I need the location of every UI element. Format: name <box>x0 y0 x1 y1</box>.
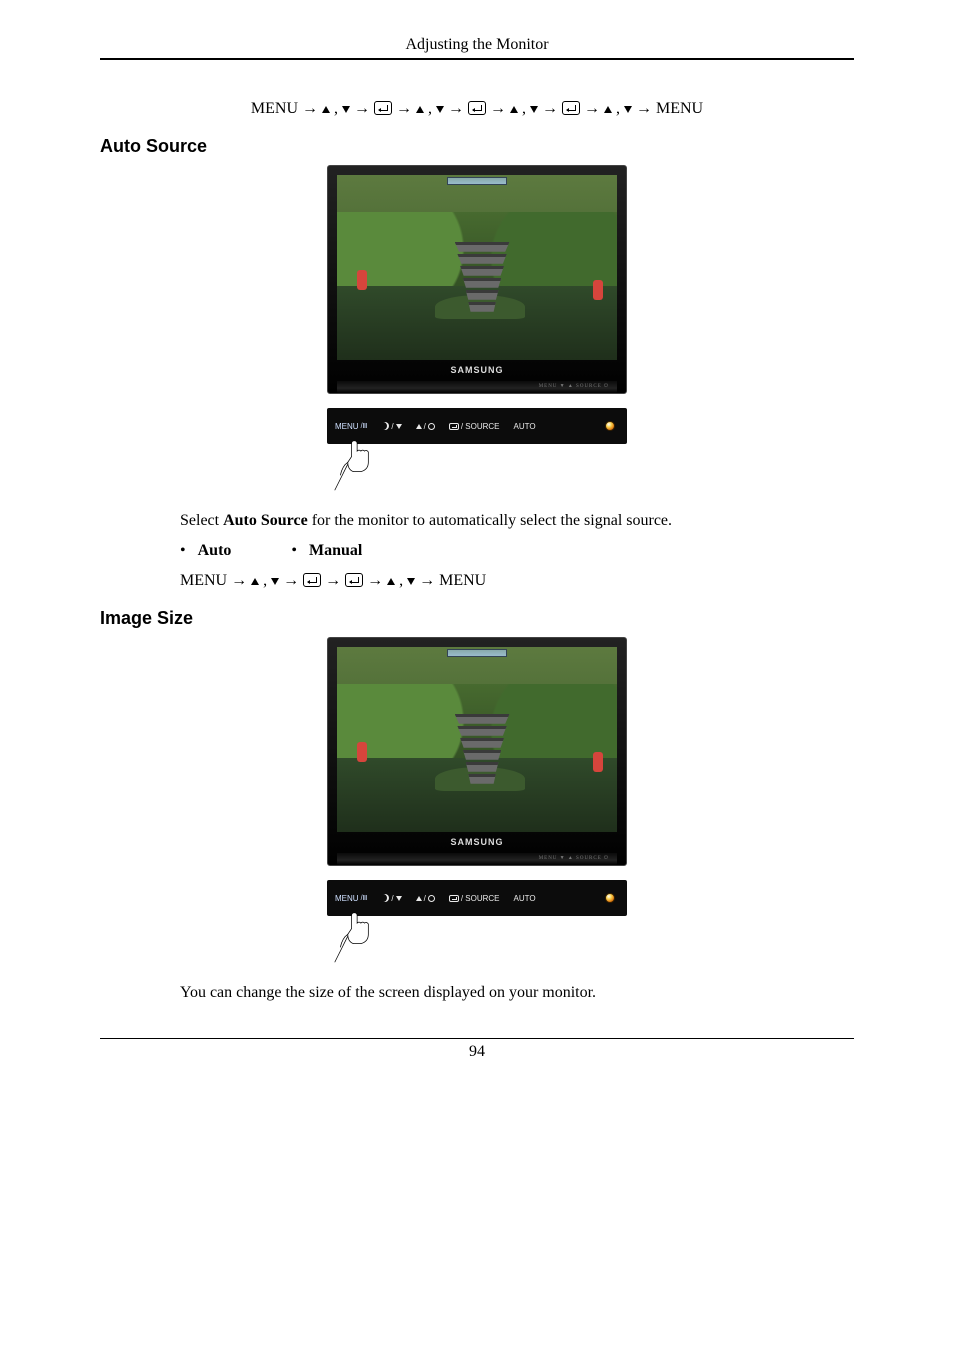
hand-pointer-icon <box>331 438 387 494</box>
hand-pointer-icon <box>331 910 387 966</box>
seq-arrow: → <box>584 100 600 117</box>
monitor-brand-label: SAMSUNG <box>337 360 617 379</box>
monitor-illustration: SAMSUNG MENU ▼ ▲ SOURCE ⏻ <box>327 165 627 394</box>
option-label: Auto <box>198 542 232 560</box>
down-icon <box>530 106 538 113</box>
seq-arrow: → <box>283 572 303 589</box>
auto-source-options: • Auto • Manual <box>100 542 854 560</box>
section-heading-auto-source: Auto Source <box>100 136 854 157</box>
page-header-title: Adjusting the Monitor <box>100 36 854 58</box>
down-icon <box>271 578 279 585</box>
monitor-screen <box>337 175 617 360</box>
power-icon <box>605 421 615 431</box>
monitor-frame: SAMSUNG MENU ▼ ▲ SOURCE ⏻ <box>327 165 627 394</box>
strip-up-sun-icon: / <box>416 894 435 903</box>
monitor-frame: SAMSUNG MENU ▼ ▲ SOURCE ⏻ <box>327 637 627 866</box>
strip-source-label: / SOURCE <box>449 894 500 903</box>
button-strip-illustration: MENU/Ⅲ / / / SOURCE AUTO <box>327 408 627 494</box>
down-icon <box>342 106 350 113</box>
auto-source-description: Select Auto Source for the monitor to au… <box>100 512 854 530</box>
monitor-base-labels: MENU ▼ ▲ SOURCE ⏻ <box>539 855 609 861</box>
enter-key-icon <box>468 101 486 115</box>
up-icon <box>387 578 395 585</box>
seq-text: MENU → <box>251 100 322 117</box>
enter-key-icon <box>303 573 321 587</box>
option-label: Manual <box>309 542 362 560</box>
seq-sep: , <box>399 572 407 589</box>
strip-menu-label: MENU/Ⅲ <box>335 422 367 431</box>
osd-overlay <box>447 649 507 657</box>
enter-key-icon <box>345 573 363 587</box>
option-manual: • Manual <box>291 542 362 560</box>
strip-brightness-icon: / <box>381 422 401 431</box>
monitor-base: MENU ▼ ▲ SOURCE ⏻ <box>337 853 617 865</box>
up-icon <box>416 106 424 113</box>
header-rule <box>100 58 854 60</box>
seq-sep: , <box>522 100 530 117</box>
seq-text: → MENU <box>636 100 703 117</box>
monitor-brand-label: SAMSUNG <box>337 832 617 851</box>
strip-up-sun-icon: / <box>416 422 435 431</box>
monitor-base: MENU ▼ ▲ SOURCE ⏻ <box>337 381 617 393</box>
seq-arrow: → <box>490 100 510 117</box>
option-auto: • Auto <box>180 542 231 560</box>
seq-text: MENU → <box>180 572 251 589</box>
nav-sequence-1: MENU → , → → , → → , → → , → MENU <box>100 100 854 118</box>
monitor-illustration: SAMSUNG MENU ▼ ▲ SOURCE ⏻ <box>327 637 627 866</box>
seq-sep: , <box>616 100 624 117</box>
osd-overlay <box>447 177 507 185</box>
power-icon <box>605 893 615 903</box>
seq-text: → MENU <box>419 572 486 589</box>
down-icon <box>436 106 444 113</box>
down-icon <box>407 578 415 585</box>
up-icon <box>322 106 330 113</box>
strip-menu-label: MENU/Ⅲ <box>335 894 367 903</box>
seq-sep: , <box>263 572 271 589</box>
seq-arrow: → <box>325 572 345 589</box>
nav-sequence-2: MENU → , → → → , → MENU <box>100 572 854 590</box>
up-icon <box>510 106 518 113</box>
seq-sep: , <box>334 100 342 117</box>
seq-sep: , <box>428 100 436 117</box>
section-heading-image-size: Image Size <box>100 608 854 629</box>
strip-auto-label: AUTO <box>513 894 535 903</box>
up-icon <box>251 578 259 585</box>
seq-arrow: → <box>448 100 464 117</box>
image-size-description: You can change the size of the screen di… <box>100 984 854 1002</box>
enter-key-icon <box>374 101 392 115</box>
seq-arrow: → <box>354 100 374 117</box>
seq-arrow: → <box>367 572 387 589</box>
page-number: 94 <box>100 1039 854 1061</box>
strip-source-label: / SOURCE <box>449 422 500 431</box>
bullet-icon: • <box>291 542 297 560</box>
monitor-base-labels: MENU ▼ ▲ SOURCE ⏻ <box>539 383 609 389</box>
button-strip-illustration: MENU/Ⅲ / / / SOURCE AUTO <box>327 880 627 966</box>
enter-key-icon <box>562 101 580 115</box>
bullet-icon: • <box>180 542 186 560</box>
monitor-screen <box>337 647 617 832</box>
down-icon <box>624 106 632 113</box>
seq-arrow: → <box>542 100 562 117</box>
strip-brightness-icon: / <box>381 894 401 903</box>
strip-auto-label: AUTO <box>513 422 535 431</box>
up-icon <box>604 106 612 113</box>
seq-arrow: → <box>396 100 416 117</box>
